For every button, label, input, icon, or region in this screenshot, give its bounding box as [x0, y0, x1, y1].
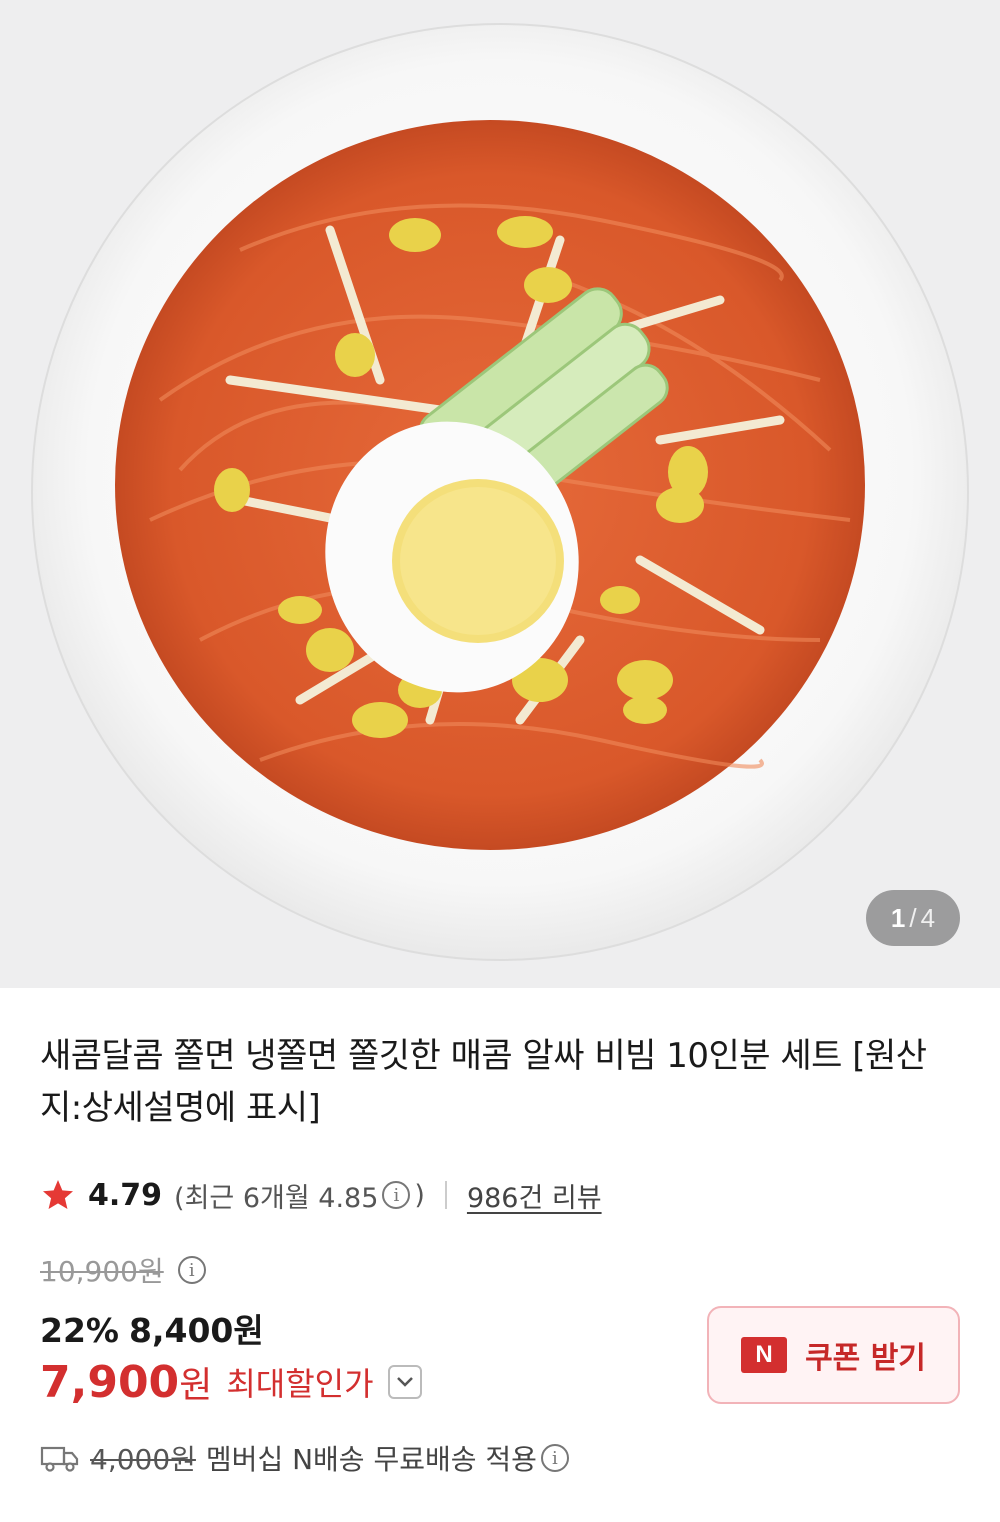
product-image-gallery[interactable]: 1 / 4: [0, 0, 1000, 988]
final-price-row: 7,900 원 최대할인가: [40, 1356, 422, 1408]
shipping-row: 4,000원 멤버십 N배송 무료배송 적용 i: [40, 1438, 573, 1478]
original-price: 10,900원: [40, 1255, 164, 1288]
rating-row: 4.79 (최근 6개월 4.85 i ) 986건 리뷰: [40, 1172, 602, 1218]
product-photo: [31, 23, 969, 961]
discount-rate: 22%: [40, 1311, 119, 1350]
truck-icon: [40, 1446, 79, 1472]
page-separator: /: [909, 902, 917, 933]
max-discount-label: 최대할인가: [226, 1365, 374, 1403]
original-shipping-fee: 4,000원: [90, 1443, 196, 1476]
product-title: 새콤달콤 쫄면 냉쫄면 쫄깃한 매콤 알싸 비빔 10인분 세트 [원산지:상세…: [40, 1036, 927, 1128]
shipping-info-icon[interactable]: i: [540, 1444, 569, 1472]
current-page: 1: [890, 902, 906, 933]
divider: [444, 1181, 447, 1209]
naver-n-icon: N: [741, 1337, 788, 1373]
get-coupon-button[interactable]: N 쿠폰 받기: [707, 1306, 960, 1404]
final-price: 7,900: [40, 1356, 180, 1408]
image-page-counter: 1 / 4: [866, 890, 960, 946]
original-price-row: 10,900원 i: [40, 1250, 210, 1290]
shipping-text: 멤버십 N배송 무료배송 적용: [205, 1443, 537, 1476]
rating-score: 4.79: [88, 1177, 163, 1213]
price-info-icon[interactable]: i: [177, 1256, 206, 1284]
coupon-label: 쿠폰 받기: [805, 1341, 926, 1376]
total-pages: 4: [920, 902, 936, 933]
star-icon: [43, 1180, 73, 1209]
recent-rating: (최근 6개월 4.85 i ): [174, 1176, 425, 1215]
discount-price: 8,400원: [129, 1311, 264, 1350]
review-count-link[interactable]: 986건 리뷰: [467, 1176, 602, 1215]
chevron-down-icon[interactable]: [387, 1365, 422, 1399]
final-price-unit: 원: [179, 1365, 213, 1406]
info-icon[interactable]: i: [382, 1181, 411, 1209]
recent-rating-close: ): [414, 1179, 425, 1211]
discount-row: 22% 8,400원: [40, 1304, 274, 1352]
recent-rating-text: (최근 6개월 4.85: [174, 1182, 379, 1214]
